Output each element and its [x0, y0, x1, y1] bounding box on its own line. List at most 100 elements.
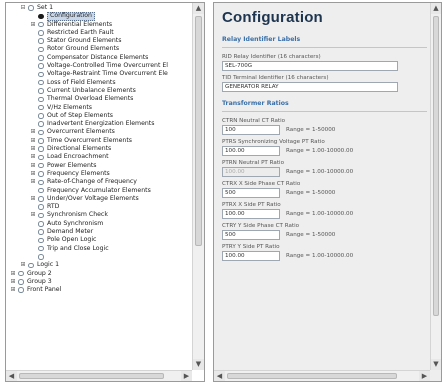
scroll-left-arrow-icon[interactable]: ◀: [6, 371, 17, 381]
form-horizontal-scroll-thumb[interactable]: [227, 373, 397, 379]
form-vertical-scroll-thumb[interactable]: [433, 16, 439, 316]
tree-item[interactable]: Current Unbalance Elements: [6, 87, 192, 95]
field-input[interactable]: 100: [222, 125, 280, 135]
tree-item[interactable]: ⊞ Overcurrent Elements: [6, 128, 192, 136]
tree-item[interactable]: Rotor Ground Elements: [6, 45, 192, 53]
expand-icon[interactable]: ⊞: [20, 262, 26, 268]
tree-item[interactable]: Trip and Close Logic: [6, 245, 192, 253]
scroll-up-arrow-icon[interactable]: ▲: [193, 3, 204, 14]
field-label: PTRY Y Side PT Ratio: [222, 244, 280, 250]
field-row: 100.00 Range = 1.00-10000.00: [222, 146, 430, 156]
tree-item[interactable]: Voltage-Restraint Time Overcurrent Ele: [6, 70, 192, 78]
expand-icon[interactable]: ⊞: [30, 154, 36, 160]
tree-item[interactable]: Compensator Distance Elements: [6, 54, 192, 62]
expand-icon[interactable]: ⊞: [10, 270, 16, 277]
tree-item-label: Trip and Close Logic: [47, 244, 109, 252]
form-vertical-scrollbar[interactable]: ▲ ▼: [430, 3, 441, 370]
expand-icon[interactable]: ⊞: [30, 179, 36, 185]
tree-item[interactable]: ⊞ Time Overcurrent Elements: [6, 137, 192, 145]
tree-item[interactable]: ⊞ Under/Over Voltage Elements: [6, 195, 192, 203]
tree-item-label: Load Encroachment: [47, 153, 109, 161]
tree-item[interactable]: Pole Open Logic: [6, 236, 192, 244]
setting-node-icon: [38, 221, 44, 227]
tree-item[interactable]: ⊞ Differential Elements: [6, 21, 192, 29]
setting-node-icon: [38, 46, 44, 53]
expand-icon[interactable]: ⊞: [30, 170, 36, 177]
tree-item[interactable]: ⊞ Power Elements: [6, 162, 192, 170]
tree-item[interactable]: Stator Ground Elements: [6, 37, 192, 45]
setting-node-icon: [38, 162, 44, 169]
field-row: 100.00 Range = 1.00-10000.00: [222, 167, 430, 177]
setting-node-icon: [38, 79, 44, 86]
setting-node-icon: [38, 63, 44, 69]
scroll-right-arrow-icon[interactable]: ▶: [419, 371, 430, 381]
field-input[interactable]: 500: [222, 230, 280, 240]
expand-icon[interactable]: ⊞: [30, 162, 36, 169]
scroll-down-arrow-icon[interactable]: ▼: [431, 359, 441, 370]
form-horizontal-scrollbar[interactable]: ◀ ▶: [214, 370, 430, 381]
tree-item[interactable]: Restricted Earth Fault: [6, 29, 192, 37]
tree-item[interactable]: Demand Meter: [6, 228, 192, 236]
tree-item[interactable]: ⊞ Load Encroachment: [6, 153, 192, 161]
scroll-left-arrow-icon[interactable]: ◀: [214, 371, 225, 381]
tree-item[interactable]: ⊞ Rate-of-Change of Frequency: [6, 178, 192, 186]
tree-item[interactable]: ⊞ Directional Elements: [6, 145, 192, 153]
field-input[interactable]: 100.00: [222, 146, 280, 156]
expand-icon[interactable]: ⊞: [30, 137, 36, 144]
tree-item[interactable]: Frequency Accumulator Elements: [6, 187, 192, 195]
tree-item[interactable]: [6, 253, 192, 261]
tree-item[interactable]: Auto Synchronism: [6, 220, 192, 228]
setting-field: RID Relay Identifier (16 characters) SEL-…: [222, 54, 430, 71]
tree-item[interactable]: ⊞ Synchronism Check: [6, 211, 192, 219]
expand-icon[interactable]: ⊞: [10, 287, 16, 293]
expand-icon[interactable]: ⊞: [30, 146, 36, 152]
setting-node-icon: [38, 212, 44, 219]
tree-item[interactable]: ⊞ Frequency Elements: [6, 170, 192, 178]
tree-item-label: Compensator Distance Elements: [47, 53, 149, 61]
tree-item[interactable]: Voltage-Controlled Time Overcurrent El: [6, 62, 192, 70]
tree-item[interactable]: ⊞ Logic 1: [6, 261, 192, 269]
tree-item[interactable]: ⊟ Set 1: [6, 4, 192, 12]
expand-icon[interactable]: ⊞: [30, 21, 36, 28]
tree-vertical-scrollbar[interactable]: ▲ ▼: [192, 3, 204, 370]
tree-item[interactable]: Thermal Overload Elements: [6, 95, 192, 103]
tree-item[interactable]: Out of Step Elements: [6, 112, 192, 120]
field-input[interactable]: 100.00: [222, 251, 280, 261]
settings-tree: ⊟ Set 1 Configuration ⊞ Differential Element…: [6, 4, 192, 370]
collapse-icon[interactable]: ⊟: [20, 5, 26, 11]
tree-item-selected[interactable]: Configuration: [6, 12, 192, 21]
expand-icon[interactable]: ⊞: [30, 129, 36, 135]
relay-identifier-section-title: Relay Identifier Labels: [222, 36, 301, 43]
expand-icon[interactable]: ⊞: [10, 278, 16, 285]
scroll-up-arrow-icon[interactable]: ▲: [431, 3, 441, 14]
setting-node-icon: [18, 270, 24, 277]
tree-item[interactable]: ⊞ Group 2: [6, 270, 192, 278]
tree-item[interactable]: V/Hz Elements: [6, 104, 192, 112]
field-row: 100.00 Range = 1.00-10000.00: [222, 209, 430, 219]
setting-node-icon: [38, 204, 44, 210]
tree-item[interactable]: RTD: [6, 203, 192, 211]
expand-icon[interactable]: ⊞: [30, 212, 36, 218]
field-input[interactable]: SEL-700G: [222, 61, 398, 71]
tree-horizontal-scroll-thumb[interactable]: [19, 373, 164, 379]
field-range-hint: Range = 1.00-10000.00: [286, 211, 354, 217]
tree-item[interactable]: ⊞ Front Panel: [6, 286, 192, 294]
tree-horizontal-scrollbar[interactable]: ◀ ▶: [6, 370, 192, 381]
tree-item-label: Pole Open Logic: [47, 236, 97, 244]
field-input[interactable]: 500: [222, 188, 280, 198]
tree-item[interactable]: Inadvertent Energization Elements: [6, 120, 192, 128]
tree-item[interactable]: Loss of Field Elements: [6, 79, 192, 87]
scroll-down-arrow-icon[interactable]: ▼: [193, 359, 204, 370]
scroll-right-arrow-icon[interactable]: ▶: [181, 371, 192, 381]
field-input[interactable]: GENERATOR RELAY: [222, 82, 398, 92]
tree-item-label: Logic 1: [37, 261, 60, 269]
tree-item-label: Restricted Earth Fault: [47, 28, 114, 36]
tree-item[interactable]: ⊞ Group 3: [6, 278, 192, 286]
setting-field: CTRN Neutral CT Ratio 100 Range = 1-50000: [222, 118, 430, 135]
field-input[interactable]: 100.00: [222, 209, 280, 219]
tree-vertical-scroll-thumb[interactable]: [195, 16, 202, 246]
setting-node-icon: [38, 96, 44, 103]
section-divider: [222, 47, 427, 48]
expand-icon[interactable]: ⊞: [30, 195, 36, 202]
tree-item-label: Loss of Field Elements: [47, 78, 116, 86]
